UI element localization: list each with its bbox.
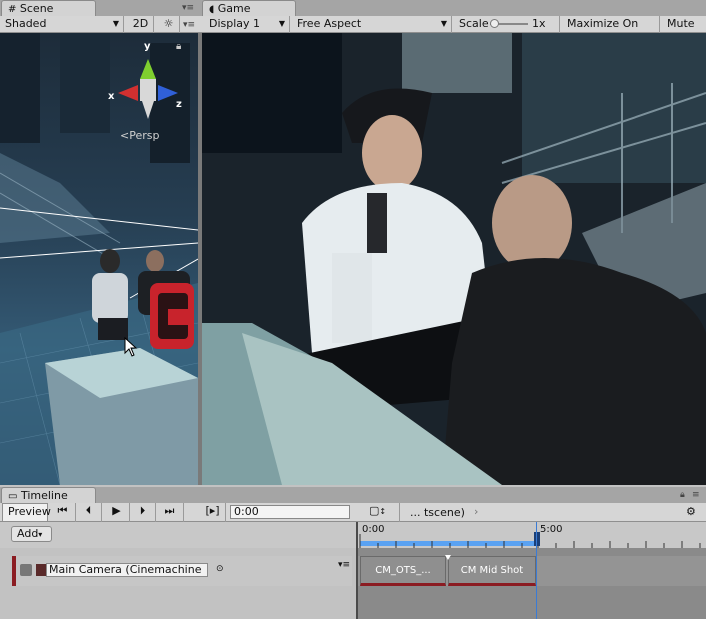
ruler-ticks	[359, 534, 701, 548]
chevron-down-icon: ▼	[112, 19, 119, 28]
target-icon[interactable]: ⊙	[216, 564, 224, 574]
lock-icon[interactable]: 🔒︎	[680, 490, 685, 500]
timeline-tab-bar: ▭ Timeline 🔒︎ ≡	[0, 487, 706, 503]
step-back-icon: ⏴	[85, 504, 92, 517]
pacman-game-icon: ◖	[209, 4, 215, 15]
gizmo-x-label: x	[108, 91, 115, 102]
game-tab-bar: ◖ Game	[200, 0, 706, 16]
next-frame-button[interactable]: ⏵	[130, 503, 156, 522]
scene-toolbar-menu-icon[interactable]: ▾≡	[183, 20, 195, 30]
skip-start-icon: ⏮	[57, 504, 68, 517]
timeline-tab-label: Timeline	[20, 489, 68, 502]
scene-tab-label: Scene	[19, 2, 54, 15]
play-range-icon: [▸]	[205, 504, 220, 517]
game-toolbar: Display 1 ▼ Free Aspect ▼ Scale 1x Maxim…	[200, 16, 706, 46]
display-label: Display 1	[209, 17, 261, 30]
tab-timeline[interactable]: ▭ Timeline	[1, 487, 96, 503]
game-tab-label: Game	[217, 2, 251, 15]
timeline-selector-dropdown[interactable]: ▢↕	[364, 503, 400, 522]
draw-mode-dropdown[interactable]: Shaded ▼	[0, 16, 124, 33]
scene-toolbar: Shaded ▼ 2D ☼ ▾≡	[0, 16, 200, 33]
camera-track-icon	[20, 564, 32, 576]
time-field[interactable]: 0:00	[230, 505, 350, 519]
range-end-handle[interactable]	[534, 532, 540, 546]
track-list: Main Camera (Cinemachine ⊙ ▾≡	[0, 548, 358, 619]
goto-end-button[interactable]: ⏭	[156, 503, 184, 522]
frame-icon: ▢	[369, 504, 380, 517]
goto-start-button[interactable]: ⏮	[50, 503, 76, 522]
maximize-on-play-toggle[interactable]: Maximize On Play	[562, 16, 660, 46]
clip-cm-ots[interactable]: CM_OTS_...	[360, 556, 446, 586]
display-dropdown[interactable]: Display 1 ▼	[204, 16, 290, 33]
chevron-down-icon: ▾	[38, 530, 43, 539]
blend-marker-icon	[445, 555, 451, 560]
sun-icon: ☼	[163, 17, 174, 30]
projection-text: Persp	[129, 129, 160, 142]
panel-menu-icon[interactable]: ▾≡	[182, 3, 194, 13]
gear-icon[interactable]: ⚙	[686, 505, 696, 518]
range-end-line	[536, 522, 537, 619]
step-forward-icon: ⏵	[139, 504, 146, 517]
lock-icon[interactable]: 🔒︎	[176, 41, 181, 52]
tab-game[interactable]: ◖ Game	[202, 0, 296, 16]
game-render	[202, 33, 706, 485]
draw-mode-label: Shaded	[5, 17, 47, 30]
gizmo-y-label: y	[144, 41, 151, 52]
scene-tab-bar: # Scene ▾≡	[0, 0, 200, 16]
axis-gizmo-icon	[118, 59, 178, 119]
breadcrumb[interactable]: ... tscene)	[410, 506, 465, 519]
chevron-down-icon: ▼	[440, 19, 447, 28]
scene-viewport[interactable]: y x z <Persp 🔒︎	[0, 33, 198, 485]
play-icon: ▶	[112, 504, 121, 517]
orientation-gizmo[interactable]: y x z <Persp	[108, 41, 190, 151]
tab-scene[interactable]: # Scene	[1, 0, 96, 16]
chevron-down-icon: ▼	[278, 19, 285, 28]
play-button[interactable]: ▶	[104, 503, 130, 522]
toggle-2d-button[interactable]: 2D	[128, 16, 154, 33]
time-ruler[interactable]: 0:00 5:00	[358, 522, 706, 548]
add-track-button[interactable]: Add▾	[11, 526, 52, 542]
track-header-main-camera[interactable]: Main Camera (Cinemachine ⊙ ▾≡	[12, 556, 352, 586]
cinemachine-icon	[36, 564, 46, 576]
track-binding-field[interactable]: Main Camera (Cinemachine	[46, 563, 208, 577]
clip-lane: CM_OTS_... CM Mid Shot	[358, 555, 706, 586]
scale-slider-thumb[interactable]	[490, 19, 499, 28]
persp-chevron-icon: <	[120, 129, 130, 142]
timeline-icon: ▭	[8, 491, 18, 502]
scene-grid-icon: #	[8, 4, 17, 15]
aspect-label: Free Aspect	[297, 17, 362, 30]
breadcrumb-arrow-icon: ›	[474, 505, 479, 518]
lighting-toggle-button[interactable]: ☼	[158, 16, 180, 33]
previous-frame-button[interactable]: ⏴	[76, 503, 102, 522]
panel-menu-icon[interactable]: ≡	[692, 490, 700, 500]
scale-label: Scale	[459, 17, 489, 30]
aspect-dropdown[interactable]: Free Aspect ▼	[292, 16, 452, 33]
scale-value: 1x	[532, 17, 546, 30]
chevron-updown-icon: ↕	[379, 507, 387, 516]
add-label: Add	[17, 527, 39, 540]
scale-control: Scale 1x	[454, 16, 560, 33]
timeline-toolbar: Preview ⏮ ⏴ ▶ ⏵ ⏭ [▸] 0:00 ▢↕ ... tscene…	[0, 503, 706, 522]
gizmo-z-label: z	[176, 99, 182, 110]
clip-cm-mid-shot[interactable]: CM Mid Shot	[448, 556, 536, 586]
mouse-cursor-icon	[124, 337, 138, 357]
timeline-panel: ▭ Timeline 🔒︎ ≡ Preview ⏮ ⏴ ▶ ⏵ ⏭ [▸] 0:…	[0, 487, 706, 619]
track-menu-icon[interactable]: ▾≡	[338, 560, 350, 570]
game-viewport[interactable]	[202, 33, 706, 485]
skip-end-icon: ⏭	[164, 504, 175, 517]
mute-audio-toggle[interactable]: Mute Au	[662, 16, 706, 46]
play-range-button[interactable]: [▸]	[200, 503, 226, 522]
track-content-area[interactable]: CM_OTS_... CM Mid Shot	[358, 522, 706, 619]
track-header-bar: Add▾	[0, 522, 358, 548]
projection-label[interactable]: <Persp	[120, 129, 159, 142]
preview-button[interactable]: Preview	[2, 503, 51, 522]
